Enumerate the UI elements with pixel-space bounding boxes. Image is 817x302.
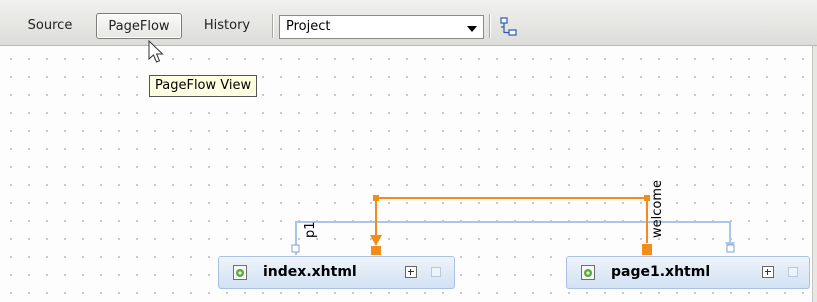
- page-node-page1[interactable]: page1.xhtml: [566, 256, 810, 289]
- node-options-icon[interactable]: [788, 267, 798, 277]
- tooltip: PageFlow View: [149, 75, 258, 97]
- page-node-name: index.xhtml: [263, 264, 357, 280]
- link-p1[interactable]: [291, 221, 735, 255]
- link-welcome[interactable]: [370, 195, 652, 255]
- expand-icon[interactable]: [762, 266, 774, 278]
- page-node-name: page1.xhtml: [611, 264, 711, 280]
- node-options-icon[interactable]: [431, 267, 441, 277]
- link-label-welcome: welcome: [650, 179, 665, 238]
- expand-icon[interactable]: [405, 266, 417, 278]
- mouse-pointer-icon: [148, 40, 164, 63]
- page-node-index[interactable]: index.xhtml: [218, 256, 455, 289]
- xhtml-file-icon: [581, 265, 595, 280]
- link-label-p1: p1: [303, 221, 318, 238]
- xhtml-file-icon: [233, 265, 247, 280]
